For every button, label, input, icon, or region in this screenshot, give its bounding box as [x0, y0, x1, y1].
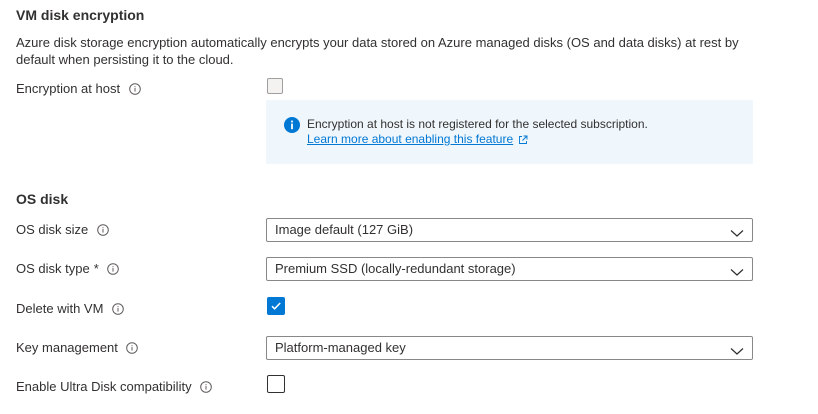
delete-with-vm-checkbox[interactable] [267, 297, 285, 315]
section-title-vm-disk-encryption: VM disk encryption [16, 7, 145, 23]
os-disk-type-label-text: OS disk type [16, 261, 90, 276]
chevron-down-icon [730, 225, 744, 237]
external-link-icon [518, 135, 528, 145]
os-disk-size-label-text: OS disk size [16, 222, 89, 237]
info-icon[interactable] [128, 83, 141, 96]
info-icon[interactable] [96, 224, 109, 237]
ultra-disk-label-text: Enable Ultra Disk compatibility [16, 379, 192, 394]
learn-more-link-text: Learn more about enabling this feature [307, 132, 514, 146]
disk-settings-page: VM disk encryption Azure disk storage en… [0, 0, 818, 414]
os-disk-size-label: OS disk size [16, 221, 109, 239]
info-icon[interactable] [111, 303, 124, 316]
key-management-value: Platform-managed key [275, 340, 406, 355]
chevron-down-icon [730, 343, 744, 355]
key-management-dropdown[interactable]: Platform-managed key [266, 336, 753, 360]
section-title-os-disk: OS disk [16, 191, 69, 207]
encryption-at-host-label: Encryption at host [16, 80, 141, 98]
os-disk-size-dropdown[interactable]: Image default (127 GiB) [266, 218, 753, 242]
key-management-label-text: Key management [16, 340, 118, 355]
delete-with-vm-label-text: Delete with VM [16, 301, 104, 316]
key-management-label: Key management [16, 339, 139, 357]
os-disk-type-dropdown[interactable]: Premium SSD (locally-redundant storage) [266, 257, 753, 281]
os-disk-type-value: Premium SSD (locally-redundant storage) [275, 261, 516, 276]
ultra-disk-label: Enable Ultra Disk compatibility [16, 378, 213, 396]
info-icon[interactable] [107, 263, 120, 276]
os-disk-size-value: Image default (127 GiB) [275, 222, 414, 237]
checkmark-icon [270, 300, 282, 312]
encryption-at-host-checkbox[interactable] [267, 78, 283, 94]
encryption-notice-text: Encryption at host is not registered for… [307, 117, 648, 131]
info-icon[interactable] [126, 342, 139, 355]
info-icon[interactable] [200, 381, 213, 394]
learn-more-link[interactable]: Learn more about enabling this feature [307, 132, 528, 147]
delete-with-vm-label: Delete with VM [16, 300, 124, 318]
ultra-disk-checkbox[interactable] [267, 375, 285, 393]
required-marker: * [93, 261, 99, 276]
chevron-down-icon [730, 264, 744, 276]
encryption-description: Azure disk storage encryption automatica… [16, 35, 739, 67]
encryption-at-host-label-text: Encryption at host [16, 81, 121, 96]
os-disk-type-label: OS disk type * [16, 260, 120, 278]
encryption-notice-banner: Encryption at host is not registered for… [266, 100, 753, 164]
info-filled-icon [284, 117, 300, 133]
